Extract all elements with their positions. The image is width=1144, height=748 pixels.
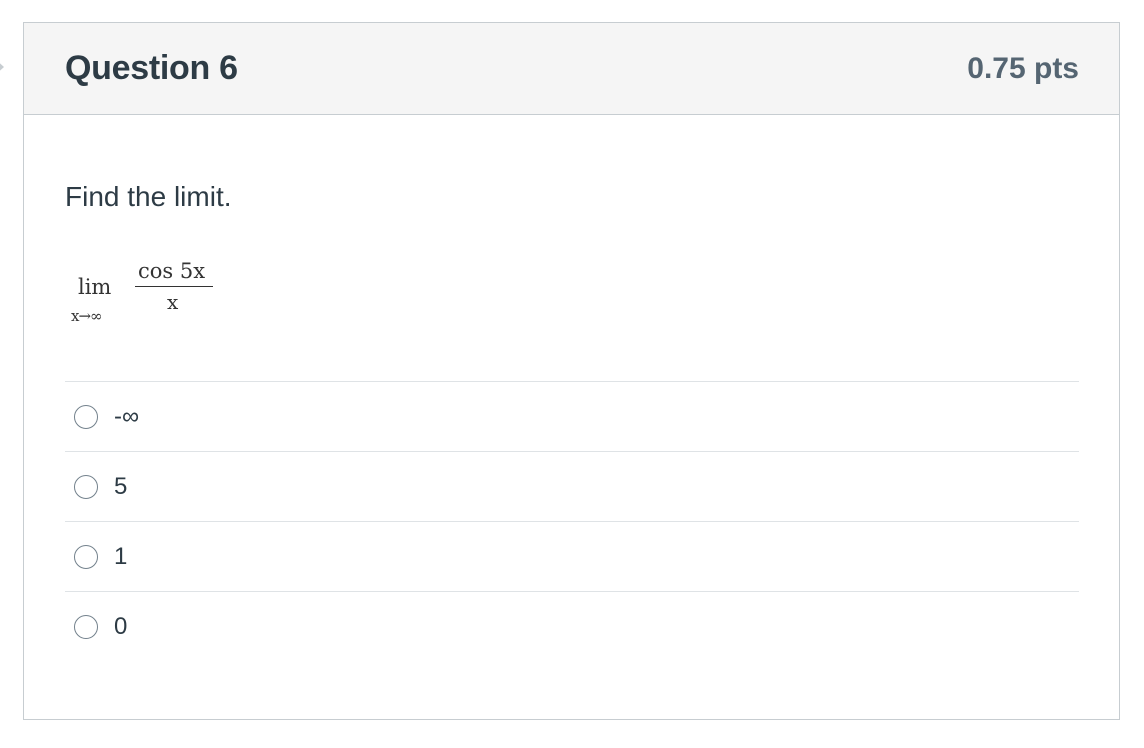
answer-list: -∞ 5 1 0	[65, 381, 1079, 662]
answer-label: 5	[114, 472, 128, 500]
answer-option[interactable]: 5	[65, 452, 1079, 522]
fraction-numerator: cos 5x	[138, 259, 206, 283]
answer-option[interactable]: 0	[65, 592, 1079, 662]
limit-operator: lim	[78, 275, 112, 299]
limit-expression: lim x→∞ cos 5x x	[65, 259, 1079, 349]
radio-button[interactable]	[74, 474, 98, 499]
question-flag-icon[interactable]	[0, 58, 4, 76]
question-points: 0.75 pts	[967, 51, 1079, 85]
answer-label: 1	[114, 542, 128, 570]
question-title: Question 6	[65, 49, 238, 87]
radio-button[interactable]	[74, 544, 98, 569]
limit-subscript: x→∞	[71, 307, 103, 325]
radio-button[interactable]	[74, 404, 98, 429]
answer-option[interactable]: -∞	[65, 382, 1079, 452]
question-body: Find the limit. lim x→∞ cos 5x x -∞ 5 1 …	[24, 181, 1119, 662]
answer-label: 0	[114, 613, 128, 640]
radio-button[interactable]	[74, 615, 98, 639]
quiz-page: Question 6 0.75 pts Find the limit. lim …	[0, 0, 1144, 748]
fraction-denominator: x	[167, 290, 179, 314]
question-card: Question 6 0.75 pts Find the limit. lim …	[23, 22, 1120, 720]
answer-label: -∞	[114, 402, 140, 430]
answer-option[interactable]: 1	[65, 522, 1079, 592]
question-prompt: Find the limit.	[65, 181, 232, 212]
question-header: Question 6 0.75 pts	[24, 23, 1119, 115]
fraction-bar	[135, 286, 213, 287]
